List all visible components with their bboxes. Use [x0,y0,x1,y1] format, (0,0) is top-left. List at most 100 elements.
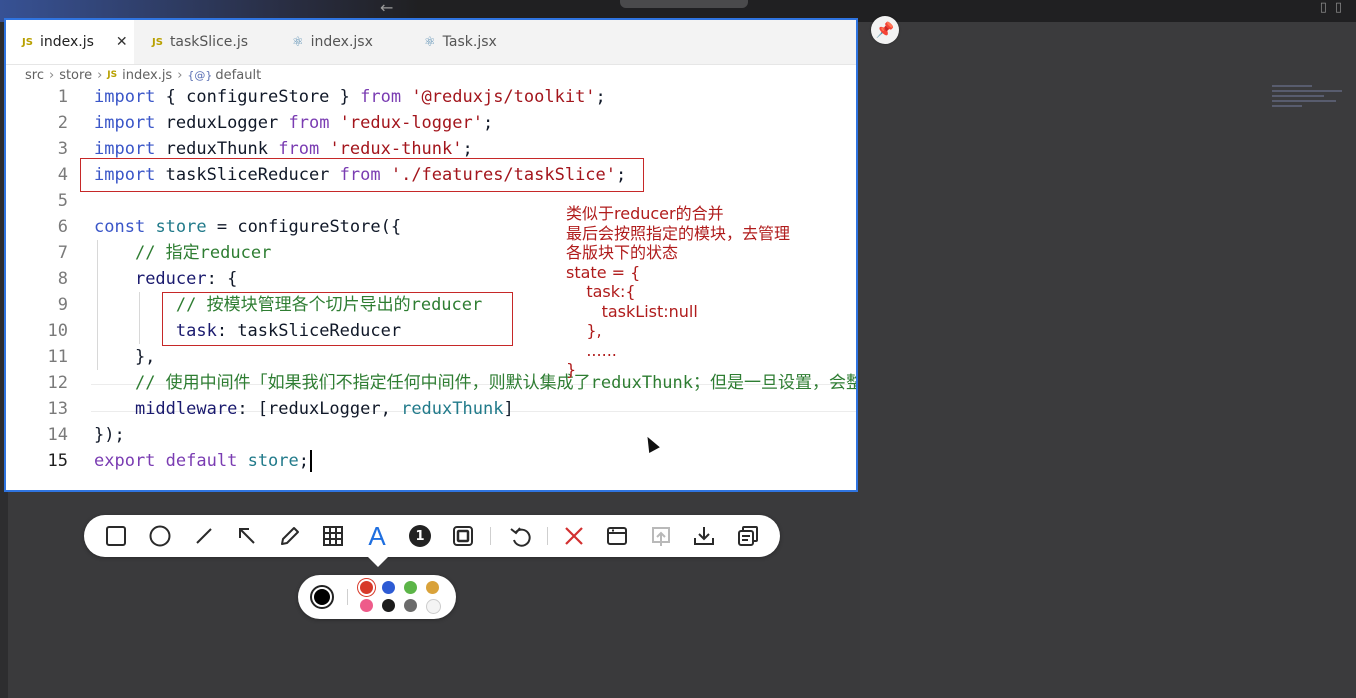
highlight-tool[interactable] [450,523,476,549]
background-editor-pane [860,22,1356,698]
upload-icon [652,527,670,546]
toolbar-divider [547,527,548,545]
line-number: 15 [47,451,68,471]
line-number: 5 [57,191,68,211]
highlight-box-icon [453,526,473,546]
annotation-line: taskList:null [566,301,698,321]
line-tool[interactable] [191,523,217,549]
react-file-icon: ⚛ [292,34,304,50]
code-text: }); [94,425,125,445]
palette-divider [347,589,348,605]
line-number: 8 [57,269,68,289]
breadcrumb-store[interactable]: store [59,68,92,83]
code-text: // 指定reducer [134,243,272,263]
annotation-line: 类似于reducer的合并 [566,204,724,223]
toolbar-divider [490,527,491,545]
color-swatch[interactable] [404,581,417,594]
ellipse-tool[interactable] [147,523,173,549]
grid-icon [323,526,343,546]
window-icon [607,527,627,545]
copy-icon [738,526,758,546]
color-swatch[interactable] [382,581,395,594]
current-color-swatch[interactable] [310,585,334,609]
cancel-button[interactable] [561,523,587,549]
color-swatch[interactable] [360,581,373,594]
breadcrumb-file[interactable]: index.js [122,68,172,83]
code-text: import reduxLogger from 'redux-logger'; [94,113,494,133]
react-file-icon: ⚛ [424,34,436,50]
color-swatch[interactable] [426,581,439,594]
chevron-right-icon: › [48,67,55,83]
annotation-line: } [566,360,577,379]
number-tool[interactable]: 1 [407,523,433,549]
arrow-icon [239,528,255,544]
rectangle-tool[interactable] [103,523,129,549]
line-number: 1 [57,87,68,107]
download-icon [694,527,714,545]
chevron-right-icon: › [177,67,183,83]
rectangle-icon [106,526,126,546]
copy-button[interactable] [735,523,761,549]
tab-index-js[interactable]: JS index.js ✕ [6,20,134,64]
line-number: 10 [47,321,68,341]
annotation-line: 最后会按照指定的模块，去管理 [566,223,791,243]
pin-screenshot-button[interactable] [604,523,630,549]
arrow-tool[interactable] [234,523,260,549]
line-number: 7 [57,243,68,263]
breadcrumb-symbol[interactable]: default [215,68,261,83]
pencil-icon [281,527,299,545]
tab-label: Task.jsx [442,34,497,50]
text-tool[interactable]: A [364,521,390,551]
upload-button[interactable] [648,523,674,549]
breadcrumb-src[interactable]: src [25,68,44,83]
line-number: 11 [47,347,68,367]
color-swatch[interactable] [426,599,441,614]
text-caret [310,450,313,472]
annotation-line: state = { [566,262,641,282]
color-swatch[interactable] [360,599,373,612]
toolbar-pointer-notch [368,557,388,567]
annotation-text: 类似于reducer的合并 最后会按照指定的模块，去管理 各版块下的状态 state … [566,204,790,380]
pen-tool[interactable] [277,523,303,549]
annotation-line: task:{ [566,282,636,301]
line-icon [196,528,212,544]
screenshot-toolbar: A 1 [84,515,780,557]
code-editor-window: JS index.js ✕ JS taskSlice.js ⚛ index.js… [4,18,858,492]
tab-task-jsx[interactable]: ⚛ Task.jsx [424,20,497,64]
js-file-icon: JS [22,36,33,48]
annotation-box-reducer [162,292,513,346]
back-arrow-icon: ← [380,0,394,17]
chevron-right-icon: › [97,67,103,83]
symbol-icon: {@} [187,68,213,82]
annotation-box-import [80,158,644,192]
js-file-icon: JS [107,70,118,80]
annotation-line: ...... [566,340,617,360]
line-number: 13 [47,399,68,419]
undo-icon [510,527,531,547]
circle-icon [149,525,171,547]
code-text: import { configureStore } from '@reduxjs… [94,87,606,107]
line-number: 14 [47,425,68,445]
pin-icon[interactable]: 📌 [871,16,899,44]
line-number: 6 [57,217,68,237]
number-badge-icon: 1 [409,525,431,547]
close-icon [565,527,583,545]
undo-button[interactable] [507,523,533,549]
tab-label: index.jsx [310,34,373,50]
tab-index-jsx[interactable]: ⚛ index.jsx [292,20,373,64]
close-tab-icon[interactable]: ✕ [116,34,128,50]
color-swatch[interactable] [404,599,417,612]
tab-label: taskSlice.js [169,34,249,50]
tab-taskslice-js[interactable]: JS taskSlice.js [152,20,248,64]
mosaic-tool[interactable] [320,523,346,549]
line-number: 12 [47,373,68,393]
color-swatch[interactable] [382,599,395,612]
line-number: 9 [57,295,68,315]
annotation-line: }, [566,321,602,340]
js-file-icon: JS [152,36,163,48]
code-text: export default store; [94,448,313,474]
code-text: reducer: { [134,269,238,289]
line-number: 4 [57,165,68,185]
tab-label: index.js [39,34,94,50]
download-button[interactable] [691,523,717,549]
